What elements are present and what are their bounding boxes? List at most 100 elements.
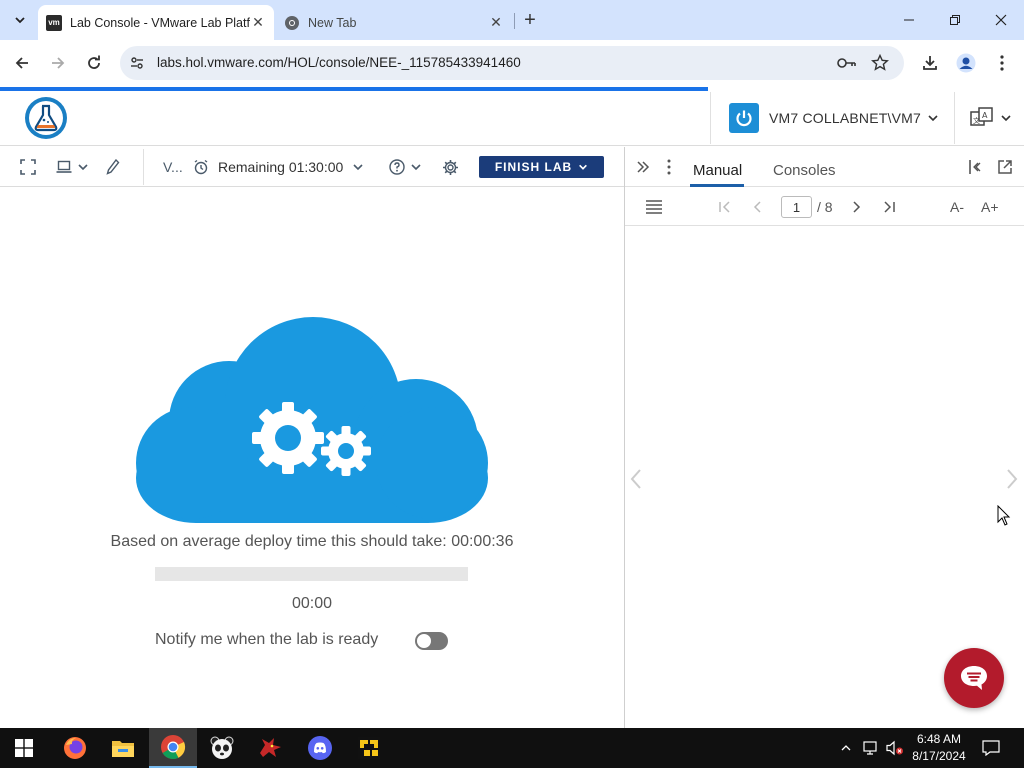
taskbar-puzzle-app[interactable] (345, 728, 393, 768)
settings-button[interactable] (442, 157, 459, 177)
windows-taskbar: 6:48 AM 8/17/2024 (0, 728, 1024, 768)
fullscreen-button[interactable] (20, 157, 36, 177)
reload-button[interactable] (80, 49, 108, 77)
tab-search-button[interactable] (8, 8, 32, 32)
password-key-icon[interactable] (837, 53, 857, 73)
windows-logo-icon (15, 739, 33, 757)
tab-lab-console[interactable]: vm Lab Console - VMware Lab Platf ✕ (38, 5, 274, 40)
reload-icon (88, 55, 100, 69)
close-icon[interactable]: ✕ (488, 14, 504, 31)
pop-out-button[interactable] (995, 157, 1015, 177)
taskbar-panda-app[interactable] (198, 728, 246, 768)
chevron-left-icon (753, 201, 761, 213)
network-status[interactable] (860, 738, 882, 758)
chat-support-button[interactable] (944, 648, 1004, 708)
previous-step-arrow[interactable] (628, 467, 644, 491)
browser-menu-button[interactable] (990, 51, 1014, 75)
hol-logo[interactable] (24, 96, 68, 140)
system-clock[interactable]: 6:48 AM 8/17/2024 (905, 731, 973, 765)
action-center-button[interactable] (980, 738, 1002, 758)
back-button[interactable] (8, 49, 36, 77)
remaining-time-text: Remaining 01:30:00 (218, 159, 344, 175)
profile-button[interactable] (954, 51, 978, 75)
volume-status[interactable] (884, 738, 906, 758)
cloud-gears-illustration (136, 317, 488, 523)
chevron-down-icon (928, 115, 938, 122)
fullscreen-icon (20, 159, 36, 175)
language-button[interactable]: A 文 (970, 105, 1016, 131)
vm-short-label[interactable]: V... (163, 157, 183, 177)
power-icon[interactable] (729, 103, 759, 133)
chevron-down-icon (1001, 115, 1011, 122)
vm-icon: vm (46, 14, 62, 31)
toolbar-divider (143, 149, 144, 185)
minimize-button[interactable] (886, 0, 932, 40)
taskbar-dragon-app[interactable] (246, 728, 294, 768)
finish-lab-button[interactable]: FINISH LAB (479, 156, 604, 178)
file-explorer-icon (112, 741, 134, 757)
remaining-time-button[interactable]: Remaining 01:30:00 (193, 157, 364, 177)
display-menu-button[interactable] (56, 157, 89, 177)
chevron-down-icon (579, 164, 588, 170)
tab-consoles[interactable]: Consoles (773, 162, 836, 179)
more-vertical-icon (1000, 55, 1004, 71)
tab-title: Lab Console - VMware Lab Platf (70, 15, 250, 30)
dock-left-button[interactable] (965, 157, 985, 177)
manual-panel: Manual Consoles 1 / 8 A- A+ (625, 147, 1024, 728)
tab-manual[interactable]: Manual (693, 162, 742, 179)
page-number-input[interactable]: 1 (781, 196, 812, 218)
taskbar-file-explorer[interactable] (99, 728, 147, 768)
external-link-icon (998, 160, 1012, 174)
font-decrease-button[interactable]: A- (950, 199, 964, 215)
taskbar-discord[interactable] (296, 728, 344, 768)
chevron-right-icon (1007, 469, 1018, 489)
page-total: / 8 (817, 199, 833, 215)
restore-icon (950, 15, 960, 25)
bookmark-star-icon[interactable] (870, 53, 890, 73)
chrome-icon (284, 15, 300, 31)
taskbar-chrome[interactable] (149, 728, 197, 768)
taskbar-firefox[interactable] (51, 728, 99, 768)
discord-icon (308, 736, 332, 760)
chevron-left-icon (630, 469, 641, 489)
console-area: Based on average deploy time this should… (0, 188, 624, 728)
puzzle-app-icon (358, 737, 380, 759)
show-hidden-icons-button[interactable] (838, 738, 854, 758)
minimize-icon (904, 19, 914, 21)
arrow-left-icon (15, 57, 28, 69)
first-page-button[interactable] (715, 197, 735, 217)
forward-button[interactable] (44, 49, 72, 77)
chevron-up-icon (841, 745, 851, 751)
url-text: labs.hol.vmware.com/HOL/console/NEE-_115… (157, 55, 521, 70)
panel-menu-button[interactable] (659, 157, 679, 177)
firefox-icon (64, 737, 86, 759)
laptop-icon (56, 160, 72, 173)
collapse-panel-button[interactable] (633, 157, 653, 177)
new-tab-button[interactable]: + (518, 8, 542, 32)
close-window-button[interactable] (978, 0, 1024, 40)
previous-page-button[interactable] (747, 197, 767, 217)
next-step-arrow[interactable] (1004, 467, 1020, 491)
network-icon (863, 741, 877, 755)
browser-tab-strip: vm Lab Console - VMware Lab Platf ✕ New … (0, 0, 1024, 40)
site-info-icon[interactable] (128, 54, 146, 72)
deploy-progress-bar (155, 567, 468, 581)
last-page-button[interactable] (879, 197, 899, 217)
font-increase-button[interactable]: A+ (981, 199, 999, 215)
mouse-cursor-icon (997, 505, 1011, 526)
active-tab-indicator (690, 184, 744, 187)
avatar-icon (956, 53, 976, 73)
tab-new-tab[interactable]: New Tab ✕ (276, 5, 512, 40)
notify-toggle[interactable] (415, 632, 448, 650)
start-button[interactable] (0, 728, 48, 768)
close-icon[interactable]: ✕ (250, 14, 266, 31)
next-page-button[interactable] (847, 197, 867, 217)
restore-button[interactable] (932, 0, 978, 40)
downloads-button[interactable] (918, 51, 942, 75)
edit-button[interactable] (106, 157, 120, 177)
table-of-contents-button[interactable] (644, 197, 664, 217)
vm-name: VM7 COLLABNET\VM7 (769, 110, 921, 126)
vm-selector[interactable]: VM7 COLLABNET\VM7 (710, 92, 955, 144)
address-bar[interactable]: labs.hol.vmware.com/HOL/console/NEE-_115… (120, 46, 904, 80)
help-menu-button[interactable] (389, 157, 422, 177)
